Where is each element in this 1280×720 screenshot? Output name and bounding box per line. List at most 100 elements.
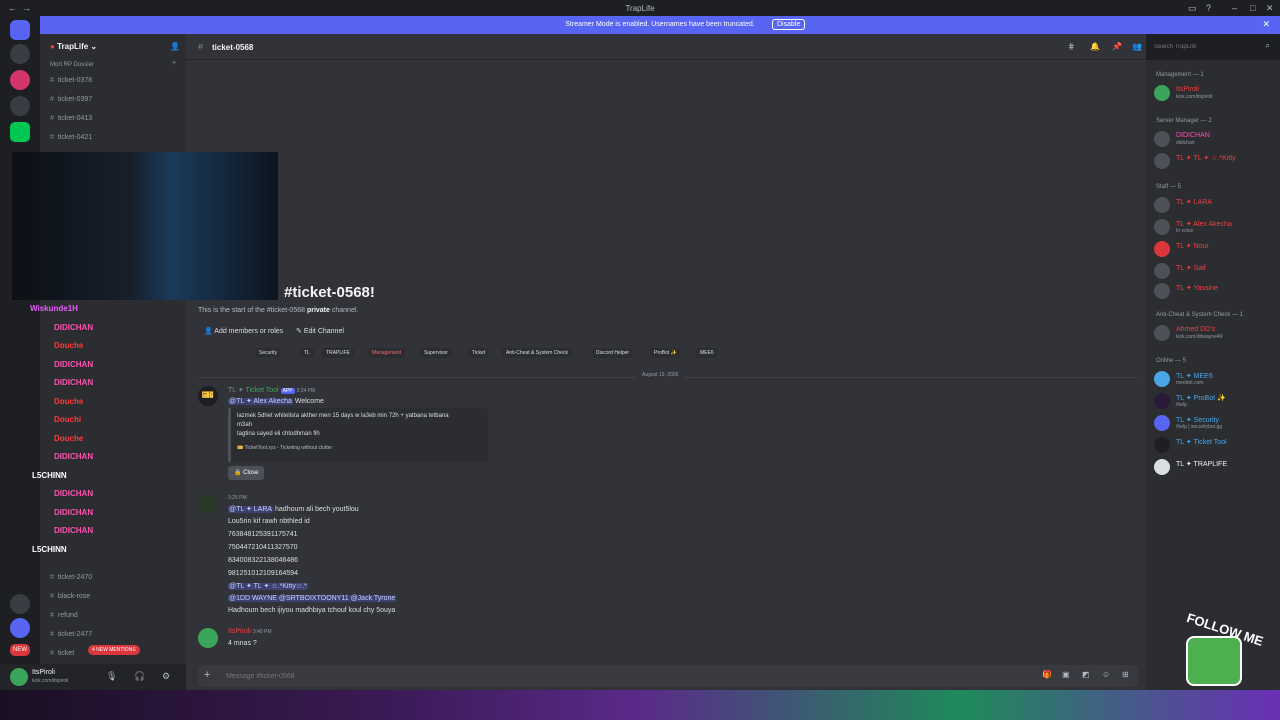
chat-message-author: Douche xyxy=(54,433,84,443)
avatar xyxy=(1154,263,1170,279)
channel-item[interactable]: # ticket-0397 xyxy=(50,96,92,103)
help-icon[interactable]: ? xyxy=(1206,3,1211,13)
chat-message-author: Douche xyxy=(54,341,84,350)
add-members-button[interactable]: 👤 Add members or roles xyxy=(204,327,283,335)
search-icon[interactable]: ⌕ xyxy=(1266,41,1270,51)
role-pill[interactable]: ProBot ✨ xyxy=(650,348,681,358)
new-mentions-pill[interactable]: 4 NEW MENTIONS xyxy=(88,645,140,655)
channel-item[interactable]: # ticket-0413 xyxy=(50,115,92,122)
role-pill[interactable]: Anti-Cheat & System Check xyxy=(502,348,572,358)
member-name: TL ✦ Saif xyxy=(1176,265,1206,272)
microphone-icon[interactable]: 🎙 xyxy=(106,671,117,682)
embed-line: tagtina sayed eli chtodhman fih xyxy=(237,431,320,437)
server-icon[interactable] xyxy=(10,70,30,90)
apps-icon[interactable]: ⊞ xyxy=(1122,670,1129,679)
member-item[interactable]: TL ✦ Security/help | securitybot.gg xyxy=(1154,414,1276,432)
embed-line: lazmek 5dhet whitelista akther men 15 da… xyxy=(237,413,449,419)
message-line: 981251012109164594 xyxy=(228,570,299,577)
emoji-icon[interactable]: ☺ xyxy=(1102,670,1110,679)
notifications-icon[interactable]: 🔔 xyxy=(1090,42,1100,51)
settings-gear-icon[interactable]: ⚙ xyxy=(162,671,170,682)
role-pill[interactable]: TL xyxy=(300,348,314,358)
minimize-icon[interactable]: – xyxy=(1232,3,1237,13)
server-name[interactable]: ● TrapLife ⌄ xyxy=(50,42,97,51)
server-icon[interactable] xyxy=(10,594,30,614)
member-name: TL ✦ Ticket Tool xyxy=(1176,439,1227,446)
search-input[interactable] xyxy=(1154,42,1254,52)
member-item[interactable]: TL ✦ Nour xyxy=(1154,240,1276,258)
role-pill[interactable]: Discord Helper xyxy=(592,348,634,358)
message-line: 750447210411327570 xyxy=(228,544,298,551)
member-section-title: Server Manager — 2 xyxy=(1156,118,1212,124)
message-line: Lou5rin kif rawh nbthled id xyxy=(228,518,310,525)
message-input[interactable] xyxy=(226,669,986,683)
member-item[interactable]: TL ✦ TRAPLIFE xyxy=(1154,458,1276,476)
disable-button[interactable]: Disable xyxy=(772,19,806,30)
add-channel-icon[interactable]: + xyxy=(172,60,176,67)
add-member-icon[interactable]: 👤 xyxy=(170,42,180,51)
headphones-icon[interactable]: 🎧 xyxy=(134,671,145,682)
close-banner-icon[interactable]: ✕ xyxy=(1262,19,1270,30)
member-item[interactable]: ItsPiroli kick.com/itspiroli xyxy=(1154,84,1276,102)
message-line: @1DD WAYNE @SRTBOIXTOONY11 @Jack Tyrone xyxy=(228,595,397,602)
message-header: 3:25 PM xyxy=(228,495,247,501)
gift-icon[interactable]: 🎁 xyxy=(1042,670,1052,679)
server-icon[interactable] xyxy=(10,96,30,116)
avatar[interactable] xyxy=(198,628,218,648)
member-item[interactable]: TL ✦ Yassine xyxy=(1154,282,1276,300)
member-item[interactable]: TL ✦ Alex Akecha In voice xyxy=(1154,218,1276,236)
role-pill[interactable]: Management xyxy=(368,348,406,358)
role-pill[interactable]: Supervisor xyxy=(420,348,452,358)
member-item[interactable]: TL ✦ ProBot ✨/help xyxy=(1154,392,1276,410)
channel-item[interactable]: # ticket-0421 xyxy=(50,134,92,141)
role-pill[interactable]: Security xyxy=(255,348,282,358)
member-item[interactable]: Ahmed DD's kick.com/ddwayne49 xyxy=(1154,324,1276,342)
user-status: kick.com/itspiroli xyxy=(32,678,69,684)
member-item[interactable]: TL ✦ LARA xyxy=(1154,196,1276,214)
kick-server-icon[interactable] xyxy=(10,122,30,142)
gif-icon[interactable]: ▣ xyxy=(1062,670,1070,679)
mascot-logo xyxy=(1186,636,1242,686)
member-item[interactable]: TL ✦ Ticket Tool xyxy=(1154,436,1276,454)
channel-item[interactable]: # refund xyxy=(50,612,78,619)
edit-channel-button[interactable]: ✎ Edit Channel xyxy=(296,327,344,335)
home-icon[interactable] xyxy=(10,20,30,40)
pin-icon[interactable]: 📌 xyxy=(1112,42,1122,51)
channel-item[interactable]: # ticket xyxy=(50,650,74,657)
threads-icon[interactable]: ⋕ xyxy=(1068,42,1075,51)
channel-item[interactable]: # ticket-2477 xyxy=(50,631,92,638)
member-item[interactable]: TL ✦ Saif xyxy=(1154,262,1276,280)
member-name: TL ✦ LARA xyxy=(1176,199,1212,206)
avatar xyxy=(1154,241,1170,257)
member-status: kick.com/itspiroli xyxy=(1176,94,1213,100)
role-pill[interactable]: TRAPLIFE xyxy=(322,348,354,358)
close-ticket-button[interactable]: 🔒 Close xyxy=(228,466,265,480)
member-name: TL ✦ MEE6 xyxy=(1176,373,1213,380)
avatar[interactable] xyxy=(10,668,28,686)
channel-item[interactable]: # ticket-0378 xyxy=(50,77,92,84)
member-item[interactable]: DIDICHAN didichan xyxy=(1154,130,1276,148)
member-status: meebot.com xyxy=(1176,380,1204,386)
maximize-icon[interactable]: □ xyxy=(1250,3,1255,13)
sticker-icon[interactable]: ◩ xyxy=(1082,670,1090,679)
avatar[interactable] xyxy=(198,494,218,514)
member-item[interactable]: TL ✦ TL ✦ ☆.*Kitty xyxy=(1154,152,1276,170)
category-label[interactable]: Mort RP Dossier xyxy=(50,62,94,68)
server-icon[interactable] xyxy=(10,618,30,638)
channel-item[interactable]: # ticket-2470 xyxy=(50,574,92,581)
server-icon[interactable] xyxy=(10,44,30,64)
channel-item[interactable]: # black-rose xyxy=(50,593,90,600)
ticket-tool-avatar[interactable]: 🎫 xyxy=(198,386,218,406)
members-icon[interactable]: 👥 xyxy=(1132,42,1142,51)
message-line: @TL ✦ TL ✦ ☆.*Kitty☆.* xyxy=(228,583,308,590)
role-pill[interactable]: MEE6 xyxy=(696,348,718,358)
inbox-icon[interactable]: ▭ xyxy=(1188,3,1197,14)
member-item[interactable]: TL ✦ MEE6 meebot.com xyxy=(1154,370,1276,388)
webcam-overlay xyxy=(12,152,278,300)
close-window-icon[interactable]: ✕ xyxy=(1266,3,1274,14)
add-attachment-icon[interactable]: + xyxy=(204,669,210,681)
hash-icon: # xyxy=(198,42,204,52)
channel-name: ticket-0568 xyxy=(212,43,254,52)
role-pill[interactable]: Ticket xyxy=(468,348,490,358)
avatar xyxy=(1154,85,1170,101)
